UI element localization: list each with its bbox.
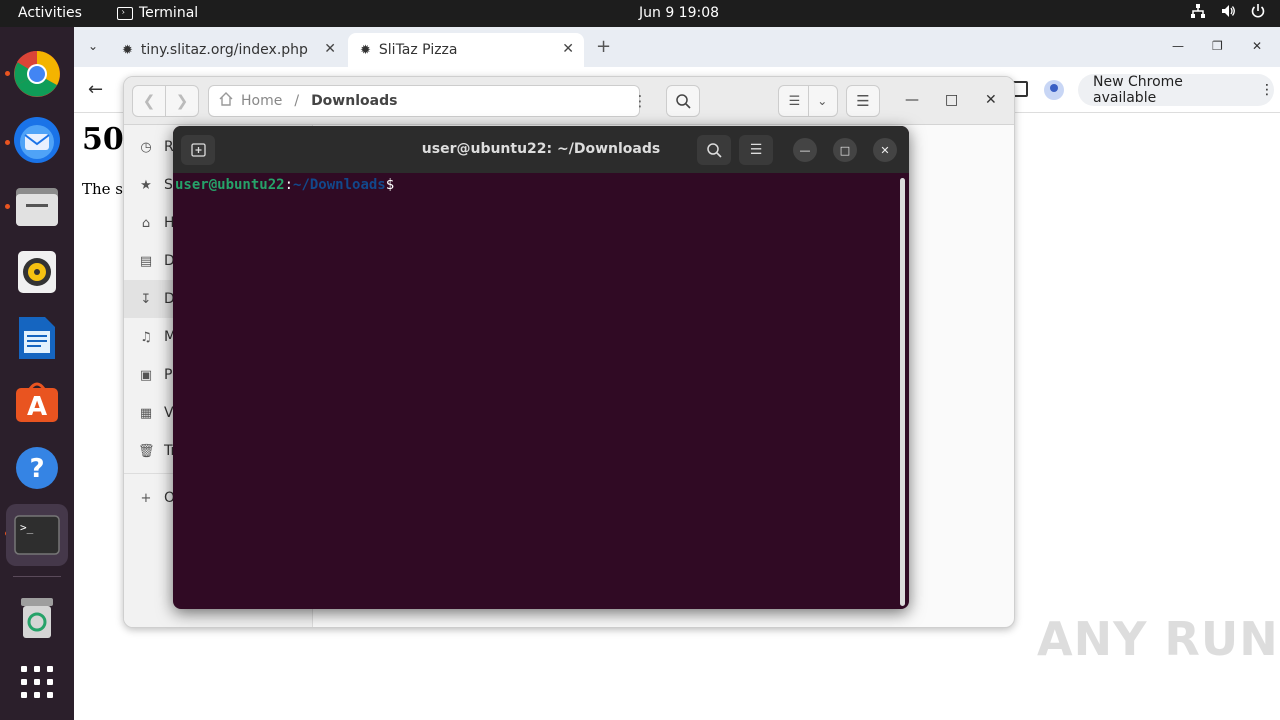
tab-label: tiny.slitaz.org/index.php <box>140 42 308 58</box>
close-tab-icon[interactable]: ✕ <box>562 41 574 57</box>
chevron-down-icon: ⌄ <box>817 94 828 108</box>
pictures-icon: ▣ <box>139 367 153 383</box>
close-icon[interactable]: ✕ <box>873 138 897 162</box>
path-current[interactable]: Downloads <box>311 93 397 109</box>
search-icon[interactable] <box>697 135 731 165</box>
videos-icon: ▦ <box>139 405 153 421</box>
tab-slitaz-index[interactable]: ✹ tiny.slitaz.org/index.php ✕ <box>110 33 346 67</box>
trash-icon[interactable] <box>12 593 62 643</box>
running-indicator <box>5 71 10 76</box>
documents-icon: ▤ <box>139 253 153 269</box>
prompt-dollar: $ <box>385 177 395 193</box>
new-chrome-label: New Chrome available <box>1093 74 1183 106</box>
forward-nav-icon[interactable]: ❯ <box>165 85 199 117</box>
rhythmbox-icon[interactable] <box>12 247 62 297</box>
clock[interactable]: Jun 9 19:08 <box>639 5 719 21</box>
kebab-menu-icon: ⋮ <box>1260 82 1274 98</box>
recent-icon: ◷ <box>140 139 152 155</box>
software-center-icon[interactable]: A <box>12 377 62 427</box>
volume-icon <box>1220 3 1236 23</box>
tab-strip: ⌄ ✹ tiny.slitaz.org/index.php ✕ ✹ SliTaz… <box>74 27 1280 67</box>
close-icon[interactable]: ✕ <box>985 92 997 108</box>
power-icon <box>1250 3 1266 23</box>
libreoffice-writer-icon[interactable] <box>12 313 62 363</box>
starred-icon: ★ <box>140 177 152 193</box>
downloads-icon: ↧ <box>140 291 152 307</box>
files-headerbar: ❮ ❯ Home / Downloads ⋮ ☰ ⌄ ☰ — □ ✕ <box>124 77 1014 125</box>
terminal-scrollbar[interactable] <box>900 178 905 606</box>
back-arrow-icon[interactable]: ← <box>88 79 103 100</box>
close-tab-icon[interactable]: ✕ <box>324 41 336 57</box>
maximize-icon[interactable]: ❐ <box>1212 39 1223 53</box>
watermark: ANY RUN <box>1037 612 1279 666</box>
music-icon: ♫ <box>140 329 152 345</box>
path-home[interactable]: Home <box>241 93 282 109</box>
dock: A ? >_ <box>0 27 74 720</box>
system-tray[interactable] <box>1190 3 1266 23</box>
back-nav-icon[interactable]: ❮ <box>132 85 166 117</box>
view-toggle[interactable]: ☰ ⌄ <box>778 85 838 117</box>
list-view-icon: ☰ <box>788 93 801 109</box>
svg-text:A: A <box>27 392 47 422</box>
terminal-window: user@ubuntu22: ~/Downloads ☰ — □ ✕ user@… <box>173 126 909 609</box>
terminal-output[interactable]: user@ubuntu22:~/Downloads$ <box>173 173 909 609</box>
path-bar[interactable]: Home / Downloads <box>208 85 640 117</box>
tab-search-chevron-icon[interactable]: ⌄ <box>88 39 98 53</box>
hamburger-menu-icon[interactable]: ☰ <box>846 85 880 117</box>
new-chrome-available-button[interactable]: New Chrome available ⋮ <box>1078 74 1274 106</box>
chrome-icon[interactable] <box>12 49 62 99</box>
maximize-icon[interactable]: □ <box>833 138 857 162</box>
app-menu[interactable]: Terminal <box>117 5 198 21</box>
path-menu-icon[interactable]: ⋮ <box>624 85 656 117</box>
running-indicator <box>5 140 10 145</box>
home-icon <box>219 92 233 110</box>
thunderbird-icon[interactable] <box>12 115 62 165</box>
network-icon <box>1190 3 1206 23</box>
slitaz-spider-icon: ✹ <box>122 42 133 58</box>
dock-separator <box>13 576 61 577</box>
maximize-icon[interactable]: □ <box>945 92 958 108</box>
tab-label: SliTaz Pizza <box>378 42 458 58</box>
close-window-icon[interactable]: ✕ <box>1252 39 1262 53</box>
trash-icon: 🗑 <box>138 443 155 459</box>
profile-avatar-icon[interactable] <box>1044 80 1064 100</box>
top-bar: Activities Terminal Jun 9 19:08 <box>0 0 1280 27</box>
files-icon[interactable] <box>12 181 62 231</box>
activities-button[interactable]: Activities <box>18 5 82 21</box>
running-indicator <box>5 204 10 209</box>
add-icon: + <box>140 490 152 506</box>
prompt-user: user@ubuntu22 <box>175 177 285 193</box>
svg-text:>_: >_ <box>20 521 34 534</box>
app-grid-icon[interactable] <box>12 657 62 707</box>
minimize-icon[interactable]: — <box>1172 39 1184 53</box>
path-separator: / <box>294 93 300 109</box>
tab-slitaz-pizza[interactable]: ✹ SliTaz Pizza ✕ <box>348 33 584 67</box>
app-menu-label: Terminal <box>139 5 199 21</box>
svg-text:?: ? <box>29 454 44 484</box>
minimize-icon[interactable]: — <box>793 138 817 162</box>
prompt-path: ~/Downloads <box>293 177 386 193</box>
slitaz-spider-icon: ✹ <box>360 42 371 58</box>
terminal-icon[interactable]: >_ <box>12 510 62 560</box>
terminal-headerbar: user@ubuntu22: ~/Downloads ☰ — □ ✕ <box>173 126 909 173</box>
search-icon[interactable] <box>666 85 700 117</box>
terminal-cursor <box>394 178 402 193</box>
terminal-app-icon <box>117 6 133 20</box>
home-icon: ⌂ <box>141 215 151 231</box>
new-tab-button[interactable]: + <box>596 36 611 57</box>
hamburger-menu-icon[interactable]: ☰ <box>739 135 773 165</box>
minimize-icon[interactable]: — <box>905 92 919 108</box>
help-icon[interactable]: ? <box>12 443 62 493</box>
prompt-colon: : <box>284 177 294 193</box>
